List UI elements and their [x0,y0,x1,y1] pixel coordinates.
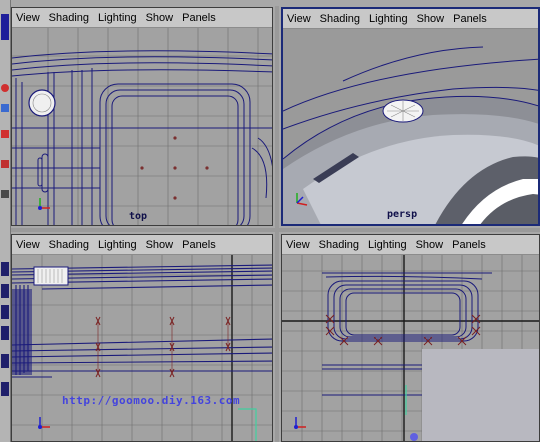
menu-shading[interactable]: Shading [49,12,89,24]
viewport-persp[interactable]: View Shading Lighting Show Panels persp [281,7,540,226]
axis-gizmo-icon [296,193,308,206]
panel-divider-horizontal[interactable] [11,228,540,232]
menu-show[interactable]: Show [146,12,174,24]
outliner-icon[interactable] [1,354,9,368]
layout-single-icon[interactable] [1,262,9,276]
axis-gizmo-icon [294,417,306,429]
menu-show[interactable]: Show [416,239,444,251]
menu-view[interactable]: View [16,239,40,251]
layout-stack-icon[interactable] [1,326,9,340]
viewport-front[interactable]: View Shading Lighting Show Panels http:/… [11,234,273,442]
overlay-panel [422,349,539,441]
menu-lighting[interactable]: Lighting [368,239,407,251]
rotate-tool-icon[interactable] [1,104,9,112]
viewport-canvas[interactable]: http://goomoo.diy.163.com front [12,255,272,441]
layout-four-icon[interactable] [1,284,9,298]
soft-mod-tool-icon[interactable] [1,190,9,198]
viewport-canvas[interactable]: top [12,28,272,225]
front-wireframe [12,255,272,441]
tool-strip [0,0,11,442]
scale-tool-icon[interactable] [1,130,9,138]
menu-shading[interactable]: Shading [319,239,359,251]
camera-label: top [129,211,148,222]
viewport-canvas[interactable]: persp [283,29,538,224]
menu-shading[interactable]: Shading [320,13,360,25]
menu-view[interactable]: View [287,13,311,25]
persp-shaded-model [283,46,538,224]
move-tool-icon[interactable] [1,84,9,92]
viewport-side[interactable]: View Shading Lighting Show Panels [281,234,540,442]
camera-label: persp [387,209,418,220]
pivot-handle-icon [410,433,418,441]
viewport-menubar: View Shading Lighting Show Panels [12,235,272,255]
viewport-menubar: View Shading Lighting Show Panels [12,8,272,28]
viewport-menubar: View Shading Lighting Show Panels [283,9,538,29]
menu-panels[interactable]: Panels [182,239,216,251]
viewport-canvas[interactable]: si [282,255,539,441]
menu-panels[interactable]: Panels [453,13,487,25]
viewport-top[interactable]: View Shading Lighting Show Panels top [11,7,273,226]
axis-gizmo-icon [38,417,50,429]
manipulator-tool-icon[interactable] [1,160,9,168]
menu-view[interactable]: View [16,12,40,24]
menu-show[interactable]: Show [146,239,174,251]
panel-divider-vertical[interactable] [275,6,279,442]
menu-shading[interactable]: Shading [49,239,89,251]
side-wireframe [282,255,539,441]
menu-show[interactable]: Show [417,13,445,25]
select-tool-icon[interactable] [1,14,9,40]
graph-editor-icon[interactable] [1,382,9,396]
menu-lighting[interactable]: Lighting [98,239,137,251]
menu-lighting[interactable]: Lighting [98,12,137,24]
menu-panels[interactable]: Panels [182,12,216,24]
viewport-menubar: View Shading Lighting Show Panels [282,235,539,255]
axis-gizmo-icon [38,198,50,210]
menu-lighting[interactable]: Lighting [369,13,408,25]
menu-panels[interactable]: Panels [452,239,486,251]
vent-object-icon [33,266,69,286]
layout-side-icon[interactable] [1,305,9,319]
watermark-text: http://goomoo.diy.163.com [62,394,241,407]
menu-view[interactable]: View [286,239,310,251]
